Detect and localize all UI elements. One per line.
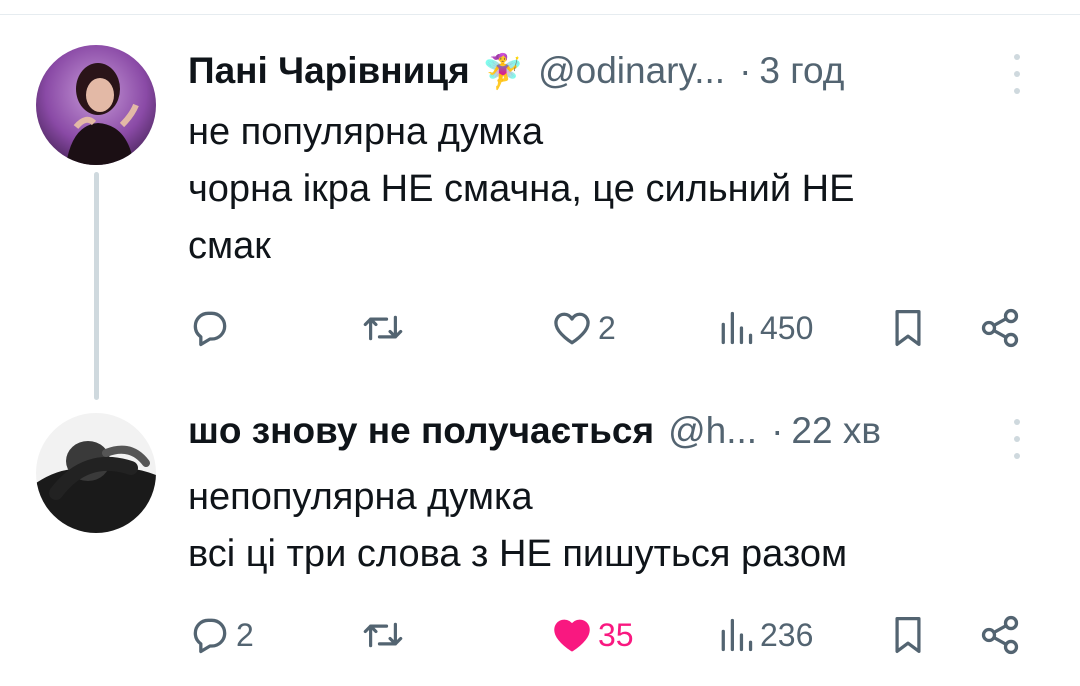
share-button[interactable]	[978, 303, 1022, 353]
reply-icon	[193, 311, 227, 347]
tweet-text-line: смак	[188, 225, 271, 267]
retweet-button[interactable]	[360, 303, 410, 353]
like-icon	[554, 312, 590, 345]
tweet-header: шо знову не получається @h... · 22 хв	[188, 410, 1020, 452]
like-count: 35	[598, 616, 634, 653]
retweet-icon	[363, 622, 403, 648]
thread-line	[94, 172, 99, 400]
tweet[interactable]: шо знову не получається @h... · 22 хв не…	[0, 405, 1080, 686]
more-icon[interactable]	[1012, 54, 1022, 94]
like-count: 2	[598, 309, 616, 346]
timestamp[interactable]: 22 хв	[791, 410, 881, 452]
like-button[interactable]: 2	[550, 303, 616, 353]
reply-count: 2	[236, 616, 254, 653]
bookmark-button[interactable]	[888, 610, 928, 660]
tweet-text-line: чорна ікра НЕ смачна, це сильний НЕ	[188, 168, 855, 210]
views-icon	[721, 311, 753, 345]
like-button[interactable]: 35	[550, 610, 634, 660]
retweet-icon	[363, 315, 403, 341]
action-bar: 2 450	[188, 303, 1028, 353]
retweet-button[interactable]	[360, 610, 410, 660]
tweet-text-line: не популярна думка	[188, 111, 544, 153]
views-icon	[721, 618, 753, 652]
more-icon[interactable]	[1012, 419, 1022, 459]
tweet[interactable]: Пані Чарівниця 🧚‍♀️ @odinary... · 3 год …	[0, 40, 1080, 400]
tweet-text-line: непопулярна думка	[188, 476, 533, 518]
reply-button[interactable]: 2	[188, 610, 254, 660]
bookmark-icon	[895, 310, 921, 346]
views-count: 236	[760, 616, 814, 653]
timestamp[interactable]: 3 год	[759, 50, 844, 92]
fairy-emoji: 🧚‍♀️	[481, 52, 525, 92]
avatar[interactable]	[36, 45, 156, 165]
top-divider	[0, 14, 1080, 15]
display-name[interactable]: Пані Чарівниця	[188, 50, 470, 92]
reply-icon	[193, 618, 227, 654]
reply-button[interactable]	[188, 303, 236, 353]
views-button[interactable]: 236	[716, 610, 813, 660]
tweet-text: не популярна думка чорна ікра НЕ смачна,…	[188, 104, 1008, 275]
tweet-text: непопулярна думка всі ці три слова з НЕ …	[188, 469, 1008, 583]
share-button[interactable]	[978, 610, 1022, 660]
tweet-text-line: всі ці три слова з НЕ пишуться разом	[188, 533, 848, 575]
bookmark-button[interactable]	[888, 303, 928, 353]
bookmark-icon	[895, 617, 921, 653]
views-button[interactable]: 450	[716, 303, 813, 353]
separator-dot: ·	[739, 50, 752, 91]
user-handle[interactable]: @h...	[668, 410, 757, 452]
share-icon	[981, 308, 1019, 348]
like-icon	[554, 619, 590, 652]
separator-dot: ·	[771, 410, 784, 451]
action-bar: 2 35 236	[188, 610, 1028, 660]
user-handle[interactable]: @odinary...	[538, 50, 725, 92]
display-name[interactable]: шо знову не получається	[188, 410, 654, 452]
tweet-header: Пані Чарівниця 🧚‍♀️ @odinary... · 3 год	[188, 50, 1020, 92]
views-count: 450	[760, 309, 814, 346]
avatar[interactable]	[36, 413, 156, 533]
share-icon	[981, 615, 1019, 655]
